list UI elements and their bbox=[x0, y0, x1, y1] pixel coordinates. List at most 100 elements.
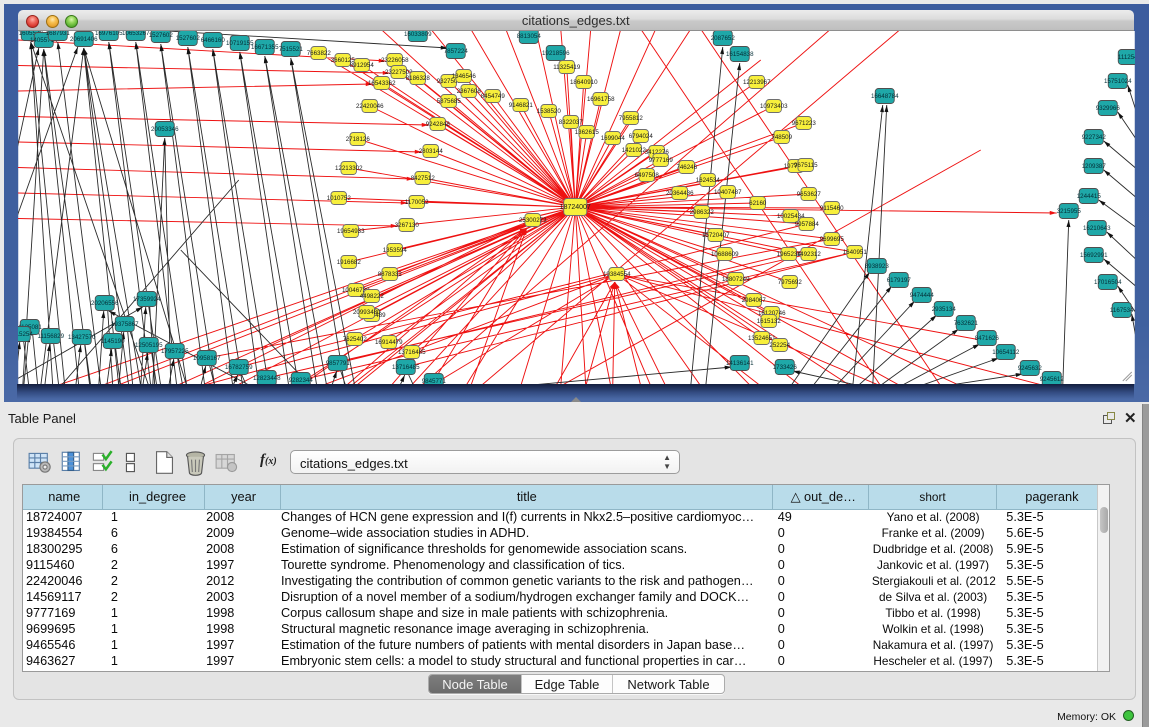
svg-text:6179197: 6179197 bbox=[886, 277, 911, 284]
svg-text:19375867: 19375867 bbox=[110, 321, 138, 328]
svg-text:1362615: 1362615 bbox=[574, 129, 599, 136]
svg-text:2984067: 2984067 bbox=[741, 297, 766, 304]
svg-text:746246: 746246 bbox=[676, 164, 697, 171]
svg-text:8813054: 8813054 bbox=[516, 33, 541, 40]
svg-text:8878332: 8878332 bbox=[377, 271, 402, 278]
svg-text:252254: 252254 bbox=[769, 342, 790, 349]
svg-text:17359924: 17359924 bbox=[132, 296, 160, 303]
svg-text:16033809: 16033809 bbox=[403, 31, 431, 38]
svg-text:13716485: 13716485 bbox=[391, 364, 419, 371]
svg-text:17016504: 17016504 bbox=[1093, 279, 1121, 286]
svg-text:12213302: 12213302 bbox=[334, 165, 362, 172]
svg-text:3267130: 3267130 bbox=[394, 222, 419, 229]
svg-text:1421022: 1421022 bbox=[621, 147, 646, 154]
svg-text:16154838: 16154838 bbox=[725, 51, 753, 58]
svg-text:9282344: 9282344 bbox=[288, 377, 313, 384]
svg-text:1538520: 1538520 bbox=[536, 108, 561, 115]
svg-text:16210643: 16210643 bbox=[1082, 225, 1110, 232]
svg-text:111254: 111254 bbox=[1117, 54, 1134, 61]
svg-text:1353594: 1353594 bbox=[382, 247, 407, 254]
svg-text:1916682: 1916682 bbox=[336, 259, 361, 266]
svg-text:10407487: 10407487 bbox=[713, 189, 741, 196]
svg-text:1170052: 1170052 bbox=[404, 199, 428, 206]
svg-text:1209387: 1209387 bbox=[1081, 163, 1106, 170]
svg-text:1492312: 1492312 bbox=[796, 251, 821, 258]
svg-text:12823448: 12823448 bbox=[252, 375, 280, 382]
svg-text:1615132: 1615132 bbox=[756, 318, 781, 325]
svg-text:62160: 62160 bbox=[749, 200, 767, 207]
svg-text:6794024: 6794024 bbox=[628, 133, 653, 140]
svg-text:15751024: 15751024 bbox=[1103, 78, 1131, 85]
svg-text:7625402: 7625402 bbox=[342, 336, 367, 343]
svg-text:9671223: 9671223 bbox=[791, 120, 816, 127]
svg-text:18807249: 18807249 bbox=[721, 276, 749, 283]
svg-text:16543362: 16543362 bbox=[367, 80, 395, 87]
svg-text:9146821: 9146821 bbox=[508, 102, 533, 109]
svg-text:16782759: 16782759 bbox=[224, 364, 252, 371]
svg-text:2935134: 2935134 bbox=[931, 306, 956, 313]
svg-text:9845771: 9845771 bbox=[421, 378, 446, 384]
svg-text:10653267: 10653267 bbox=[121, 31, 149, 37]
svg-text:9474444: 9474444 bbox=[909, 292, 934, 299]
svg-text:9245612: 9245612 bbox=[1039, 376, 1064, 383]
svg-text:1167534: 1167534 bbox=[1109, 307, 1133, 314]
svg-text:2718126: 2718126 bbox=[345, 136, 370, 143]
svg-text:20364436: 20364436 bbox=[665, 190, 693, 197]
svg-text:9227342: 9227342 bbox=[1081, 134, 1106, 141]
svg-text:2803144: 2803144 bbox=[418, 148, 443, 155]
svg-text:3915254: 3915254 bbox=[18, 331, 33, 338]
svg-text:15692991: 15692991 bbox=[1079, 252, 1107, 259]
svg-text:20053346: 20053346 bbox=[150, 126, 178, 133]
svg-text:2367608: 2367608 bbox=[456, 88, 481, 95]
svg-text:18724007: 18724007 bbox=[559, 204, 590, 211]
svg-text:9242848: 9242848 bbox=[425, 121, 450, 128]
svg-text:7663822: 7663822 bbox=[306, 50, 331, 57]
svg-text:18640910: 18640910 bbox=[569, 79, 597, 86]
svg-text:1527602: 1527602 bbox=[148, 32, 173, 39]
svg-text:11325419: 11325419 bbox=[553, 64, 581, 71]
svg-text:1244415: 1244415 bbox=[1076, 193, 1101, 200]
svg-text:9857791: 9857791 bbox=[325, 360, 350, 367]
svg-text:9777169: 9777169 bbox=[648, 157, 673, 164]
svg-text:10688609: 10688609 bbox=[710, 251, 738, 258]
svg-text:20691406: 20691406 bbox=[69, 36, 97, 43]
svg-text:8454749: 8454749 bbox=[480, 93, 505, 100]
svg-text:7515521: 7515521 bbox=[278, 46, 303, 53]
svg-text:22420046: 22420046 bbox=[355, 103, 383, 110]
svg-text:16648784: 16648784 bbox=[870, 93, 898, 100]
svg-text:19384554: 19384554 bbox=[602, 271, 630, 278]
svg-text:12213967: 12213967 bbox=[742, 79, 770, 86]
svg-text:1527602: 1527602 bbox=[175, 35, 200, 42]
svg-text:9245632: 9245632 bbox=[1017, 365, 1042, 372]
svg-text:16961758: 16961758 bbox=[586, 96, 614, 103]
svg-text:7975692: 7975692 bbox=[777, 279, 802, 286]
svg-text:5875685: 5875685 bbox=[436, 98, 461, 105]
svg-text:14136141: 14136141 bbox=[725, 360, 753, 367]
svg-text:10654112: 10654112 bbox=[992, 349, 1020, 356]
svg-text:1640951: 1640951 bbox=[842, 249, 867, 256]
svg-text:20993480: 20993480 bbox=[352, 309, 380, 316]
svg-text:13716485: 13716485 bbox=[397, 349, 425, 356]
svg-text:1010752: 1010752 bbox=[326, 195, 351, 202]
svg-text:9675115: 9675115 bbox=[793, 162, 817, 169]
svg-text:20206556: 20206556 bbox=[90, 300, 118, 307]
svg-text:6466160: 6466160 bbox=[200, 37, 225, 44]
svg-text:6497508: 6497508 bbox=[634, 172, 659, 179]
svg-text:9699695: 9699695 bbox=[819, 236, 844, 243]
svg-text:13427570: 13427570 bbox=[67, 334, 95, 341]
svg-text:16976105: 16976105 bbox=[94, 31, 122, 37]
svg-text:25300273: 25300273 bbox=[518, 217, 546, 224]
svg-text:2986322: 2986322 bbox=[689, 209, 714, 216]
svg-text:7632621: 7632621 bbox=[953, 320, 978, 327]
svg-text:8471626: 8471626 bbox=[974, 335, 999, 342]
svg-text:1145190: 1145190 bbox=[100, 338, 124, 345]
svg-text:9653627: 9653627 bbox=[796, 191, 821, 198]
svg-text:1346546: 1346546 bbox=[451, 73, 476, 80]
svg-text:16914479: 16914479 bbox=[374, 339, 402, 346]
svg-text:7955812: 7955812 bbox=[618, 115, 643, 122]
svg-text:3215955: 3215955 bbox=[1056, 208, 1081, 215]
svg-text:9957884: 9957884 bbox=[794, 221, 819, 228]
svg-text:9329966: 9329966 bbox=[1095, 105, 1120, 112]
svg-text:7857224: 7857224 bbox=[443, 48, 468, 55]
svg-text:8186328: 8186328 bbox=[405, 75, 430, 82]
